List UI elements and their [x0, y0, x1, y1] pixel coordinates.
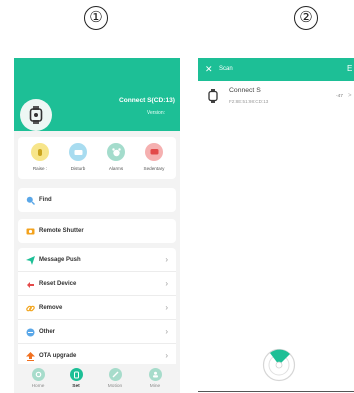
tab-home[interactable]: Home — [23, 368, 53, 389]
search-icon — [26, 196, 35, 205]
scan-title: Scan — [219, 66, 233, 72]
tab-motion[interactable]: Motion — [100, 368, 130, 389]
menu-item-remove[interactable]: Remove › — [18, 296, 176, 320]
find-row: Find — [26, 188, 52, 212]
menu-row: Reset Device — [26, 272, 76, 296]
find-button[interactable]: Find — [18, 188, 176, 212]
device-name: Connect S(CD:13) — [118, 97, 175, 104]
watch-icon — [208, 89, 218, 108]
settings-menu: Message Push › Reset Device › Remove › O… — [18, 248, 176, 368]
user-icon — [148, 368, 162, 381]
device-settings-screen: Connect S(CD:13) Version: Raise : Distur… — [14, 58, 180, 393]
alarm-icon — [107, 143, 125, 161]
menu-row: Other — [26, 320, 55, 344]
chair-icon — [145, 143, 163, 161]
device-name: Connect S — [229, 87, 261, 94]
device-mac-address: F2:8E:51:98:CD:13 — [229, 99, 269, 104]
tab-label: Set — [72, 384, 80, 389]
home-icon — [31, 368, 45, 381]
bottom-tab-bar: Home Set Motion Mine — [14, 364, 180, 393]
feature-shortcuts: Raise : Disturb Alarms Sedentary — [18, 137, 176, 179]
menu-label: Other — [39, 329, 56, 335]
remote-shutter-button[interactable]: Remote Shutter — [18, 219, 176, 243]
chevron-right-icon: › — [165, 327, 168, 336]
camera-icon — [26, 227, 35, 236]
menu-item-reset-device[interactable]: Reset Device › — [18, 272, 176, 296]
radar-icon — [262, 348, 296, 382]
send-icon — [26, 255, 35, 265]
scan-radar-button[interactable] — [262, 348, 296, 382]
device-avatar[interactable] — [20, 99, 52, 131]
menu-row: Message Push — [26, 248, 81, 272]
tab-label: Mine — [149, 384, 161, 389]
chevron-right-icon: > — [348, 93, 352, 99]
feature-alarms[interactable]: Alarms — [98, 143, 134, 171]
feature-label: Raise : — [32, 166, 48, 171]
hand-icon — [31, 143, 49, 161]
tab-label: Motion — [107, 384, 123, 389]
chevron-right-icon: › — [165, 279, 168, 288]
tab-mine[interactable]: Mine — [140, 368, 170, 389]
device-header: Connect S(CD:13) Version: — [14, 58, 180, 131]
link-icon — [26, 304, 35, 313]
remote-shutter-label: Remote Shutter — [39, 228, 84, 234]
feature-label: Sedentary — [143, 166, 165, 171]
feature-label: Disturb — [70, 166, 86, 171]
menu-item-message-push[interactable]: Message Push › — [18, 248, 176, 272]
scanned-device-row[interactable]: Connect S F2:8E:51:98:CD:13 -47 > — [198, 82, 354, 112]
scan-screen: ✕ Scan E Connect S F2:8E:51:98:CD:13 -47… — [198, 58, 354, 393]
step-number-2: ② — [294, 6, 318, 30]
divider — [198, 391, 354, 392]
motion-icon — [108, 368, 122, 381]
feature-raise[interactable]: Raise : — [22, 143, 58, 171]
find-label: Find — [39, 197, 52, 203]
reset-icon — [26, 280, 35, 289]
watch-tab-icon — [69, 368, 83, 381]
watch-icon — [29, 106, 43, 124]
chevron-right-icon: › — [165, 255, 168, 264]
menu-label: Remove — [39, 305, 63, 311]
menu-label: Reset Device — [39, 281, 77, 287]
tab-set[interactable]: Set — [61, 368, 91, 389]
scan-header: ✕ Scan E — [198, 58, 354, 81]
menu-row: Remove — [26, 296, 62, 320]
header-right-text[interactable]: E — [347, 64, 352, 73]
moon-icon — [69, 143, 87, 161]
step-number-1: ① — [84, 6, 108, 30]
version-label: Version: — [146, 110, 165, 116]
menu-label: Message Push — [39, 257, 81, 263]
upgrade-icon — [26, 351, 35, 361]
tab-label: Home — [31, 384, 45, 389]
more-icon — [26, 328, 35, 337]
menu-item-other[interactable]: Other › — [18, 320, 176, 344]
chevron-right-icon: › — [165, 303, 168, 312]
feature-label: Alarms — [108, 166, 124, 171]
signal-strength: -47 — [336, 94, 343, 99]
feature-disturb[interactable]: Disturb — [60, 143, 96, 171]
feature-sedentary[interactable]: Sedentary — [136, 143, 172, 171]
chevron-right-icon: › — [165, 351, 168, 360]
remote-shutter-row: Remote Shutter — [26, 219, 84, 243]
menu-label: OTA upgrade — [39, 353, 77, 359]
close-icon[interactable]: ✕ — [205, 64, 213, 74]
